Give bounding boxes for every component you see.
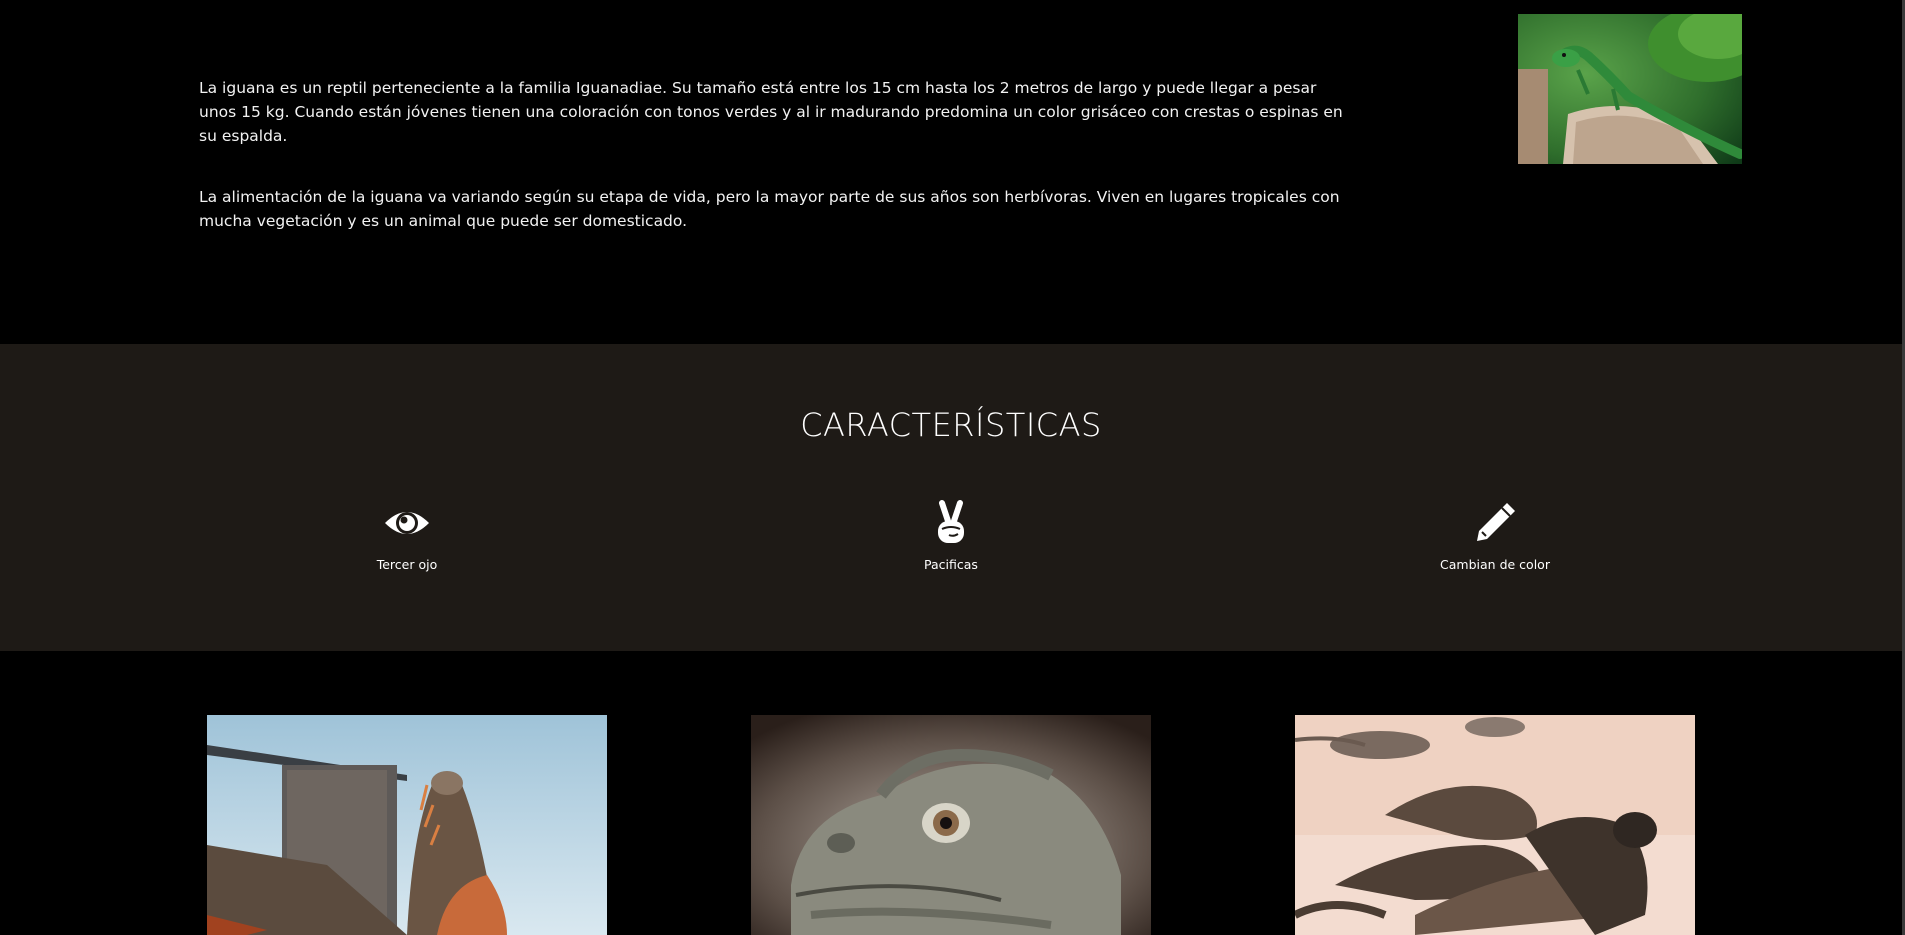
intro-paragraph-2: La alimentación de la iguana va variando… [199, 188, 1340, 230]
feature-pacificas: Pacificas [851, 499, 1051, 572]
feature-label: Pacificas [924, 557, 978, 572]
intro-text: La iguana es un reptil perteneciente a l… [199, 76, 1349, 270]
feature-label: Tercer ojo [376, 557, 438, 572]
intro-section: La iguana es un reptil perteneciente a l… [0, 0, 1902, 344]
feature-tercer-ojo: Tercer ojo [307, 499, 507, 572]
features-section: CARACTERÍSTICAS Tercer ojo Pacificas Cam… [0, 344, 1902, 651]
gallery-photo-1 [207, 715, 607, 935]
gallery-photo-3 [1295, 715, 1695, 935]
features-title: CARACTERÍSTICAS [800, 406, 1102, 444]
gallery-section [0, 651, 1902, 935]
eye-icon [385, 512, 429, 534]
iguana-photo [1518, 14, 1742, 164]
pencil-icon [1477, 503, 1515, 541]
feature-label: Cambian de color [1440, 557, 1550, 572]
peace-hand-icon [938, 500, 964, 543]
feature-cambian-color: Cambian de color [1395, 499, 1595, 572]
gallery-photo-2 [751, 715, 1151, 935]
intro-paragraph-1: La iguana es un reptil perteneciente a l… [199, 79, 1343, 145]
